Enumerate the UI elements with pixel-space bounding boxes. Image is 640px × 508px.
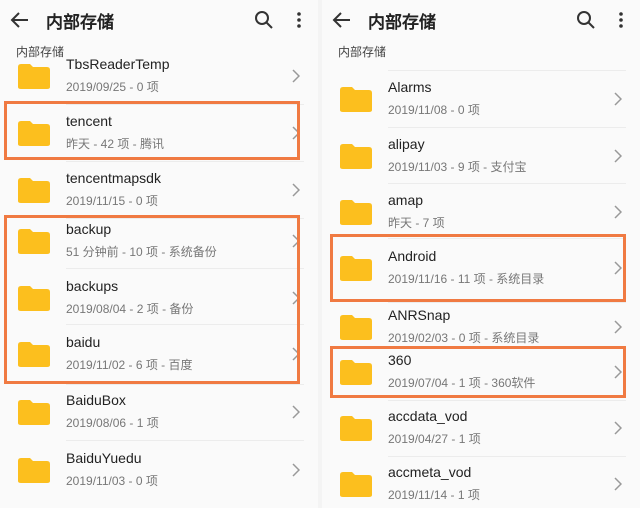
folder-meta: 2019/08/06 - 1 项: [66, 416, 159, 430]
folder-name: backups: [66, 278, 119, 294]
folder-name: accmeta_vod: [388, 464, 472, 480]
chevron-right-icon: [292, 463, 300, 477]
folder-meta: 2019/11/03 - 9 项 - 支付宝: [388, 160, 527, 174]
back-arrow-icon[interactable]: [332, 10, 352, 30]
folder-row[interactable]: backups 2019/08/04 - 2 项 - 备份: [0, 270, 318, 326]
folder-icon: [340, 315, 372, 340]
divider: [66, 268, 304, 269]
folder-row[interactable]: baidu 2019/11/02 - 6 项 - 百度: [0, 326, 318, 382]
folder-name: amap: [388, 192, 424, 208]
page-title: 内部存储: [46, 13, 114, 32]
folder-icon: [340, 144, 372, 169]
folder-icon: [18, 400, 50, 425]
chevron-right-icon: [614, 149, 622, 163]
folder-name: accdata_vod: [388, 408, 468, 424]
folder-name: BaiduYuedu: [66, 450, 142, 466]
more-options-icon[interactable]: [616, 10, 626, 30]
divider: [388, 238, 626, 239]
folder-row[interactable]: Alarms 2019/11/08 - 0 项: [322, 71, 640, 127]
divider: [66, 324, 304, 325]
chevron-right-icon: [292, 69, 300, 83]
folder-row[interactable]: amap 昨天 - 7 项: [322, 184, 640, 240]
folder-icon: [340, 200, 372, 225]
folder-row[interactable]: accdata_vod 2019/04/27 - 1 项: [322, 400, 640, 456]
left-file-browser: 内部存储 内部存储 TbsReaderTemp 2019/09/25 - 0 项…: [0, 0, 318, 508]
folder-name: alipay: [388, 136, 425, 152]
divider: [66, 440, 304, 441]
right-file-browser: 内部存储 内部存储 Alarms 2019/11/08 - 0 项 alipay…: [322, 0, 640, 508]
folder-name: BaiduBox: [66, 392, 126, 408]
folder-meta: 2019/09/25 - 0 项: [66, 80, 159, 94]
page-title: 内部存储: [368, 13, 436, 32]
folder-name: Alarms: [388, 79, 432, 95]
folder-name: 360: [388, 352, 412, 368]
folder-icon: [18, 64, 50, 89]
chevron-right-icon: [614, 477, 622, 491]
folder-meta: 2019/11/16 - 11 项 - 系统目录: [388, 272, 545, 286]
app-bar: 内部存储: [322, 0, 640, 40]
folder-icon: [340, 256, 372, 281]
folder-icon: [18, 229, 50, 254]
folder-meta: 2019/11/14 - 1 项: [388, 488, 480, 502]
folder-icon: [340, 87, 372, 112]
folder-row[interactable]: Android 2019/11/16 - 11 项 - 系统目录: [322, 240, 640, 296]
folder-row[interactable]: TbsReaderTemp 2019/09/25 - 0 项: [0, 48, 318, 104]
chevron-right-icon: [292, 291, 300, 305]
folder-meta: 2019/07/04 - 1 项 - 360软件: [388, 376, 536, 390]
chevron-right-icon: [292, 405, 300, 419]
folder-icon: [18, 458, 50, 483]
folder-row[interactable]: BaiduBox 2019/08/06 - 1 项: [0, 384, 318, 440]
folder-name: TbsReaderTemp: [66, 56, 170, 72]
folder-meta: 2019/04/27 - 1 项: [388, 432, 481, 446]
folder-row[interactable]: backup 51 分钟前 - 10 项 - 系统备份: [0, 213, 318, 269]
back-arrow-icon[interactable]: [10, 10, 30, 30]
chevron-right-icon: [292, 234, 300, 248]
folder-row[interactable]: accmeta_vod 2019/11/14 - 1 项: [322, 456, 640, 508]
folder-name: ANRSnap: [388, 307, 451, 323]
folder-row[interactable]: tencentmapsdk 2019/11/15 - 0 项: [0, 162, 318, 218]
folder-row[interactable]: alipay 2019/11/03 - 9 项 - 支付宝: [322, 128, 640, 184]
folder-row[interactable]: 360 2019/07/04 - 1 项 - 360软件: [322, 344, 640, 400]
search-icon[interactable]: [254, 10, 274, 30]
folder-icon: [18, 342, 50, 367]
more-options-icon[interactable]: [294, 10, 304, 30]
folder-name: Android: [388, 248, 437, 264]
folder-meta: 2019/11/03 - 0 项: [66, 474, 158, 488]
chevron-right-icon: [292, 347, 300, 361]
folder-icon: [18, 286, 50, 311]
chevron-right-icon: [614, 205, 622, 219]
chevron-right-icon: [614, 421, 622, 435]
chevron-right-icon: [292, 183, 300, 197]
chevron-right-icon: [292, 126, 300, 140]
folder-icon: [340, 360, 372, 385]
folder-meta: 51 分钟前 - 10 项 - 系统备份: [66, 245, 217, 259]
chevron-right-icon: [614, 320, 622, 334]
app-bar: 内部存储: [0, 0, 318, 40]
folder-meta: 2019/08/04 - 2 项 - 备份: [66, 302, 194, 316]
folder-icon: [340, 416, 372, 441]
folder-icon: [18, 121, 50, 146]
chevron-right-icon: [614, 365, 622, 379]
folder-name: baidu: [66, 334, 101, 350]
folder-meta: 2019/11/15 - 0 项: [66, 194, 158, 208]
search-icon[interactable]: [576, 10, 596, 30]
folder-name: backup: [66, 221, 112, 237]
folder-meta: 2019/11/02 - 6 项 - 百度: [66, 358, 193, 372]
folder-meta: 昨天 - 42 项 - 腾讯: [66, 137, 165, 151]
folder-name: tencentmapsdk: [66, 170, 161, 186]
folder-row[interactable]: BaiduYuedu 2019/11/03 - 0 项: [0, 442, 318, 498]
chevron-right-icon: [614, 261, 622, 275]
folder-meta: 昨天 - 7 项: [388, 216, 445, 230]
folder-icon: [18, 178, 50, 203]
folder-meta: 2019/11/08 - 0 项: [388, 103, 480, 117]
folder-row[interactable]: tencent 昨天 - 42 项 - 腾讯: [0, 105, 318, 161]
breadcrumb: 内部存储: [338, 45, 387, 59]
chevron-right-icon: [614, 92, 622, 106]
folder-name: tencent: [66, 113, 112, 129]
folder-icon: [340, 472, 372, 497]
